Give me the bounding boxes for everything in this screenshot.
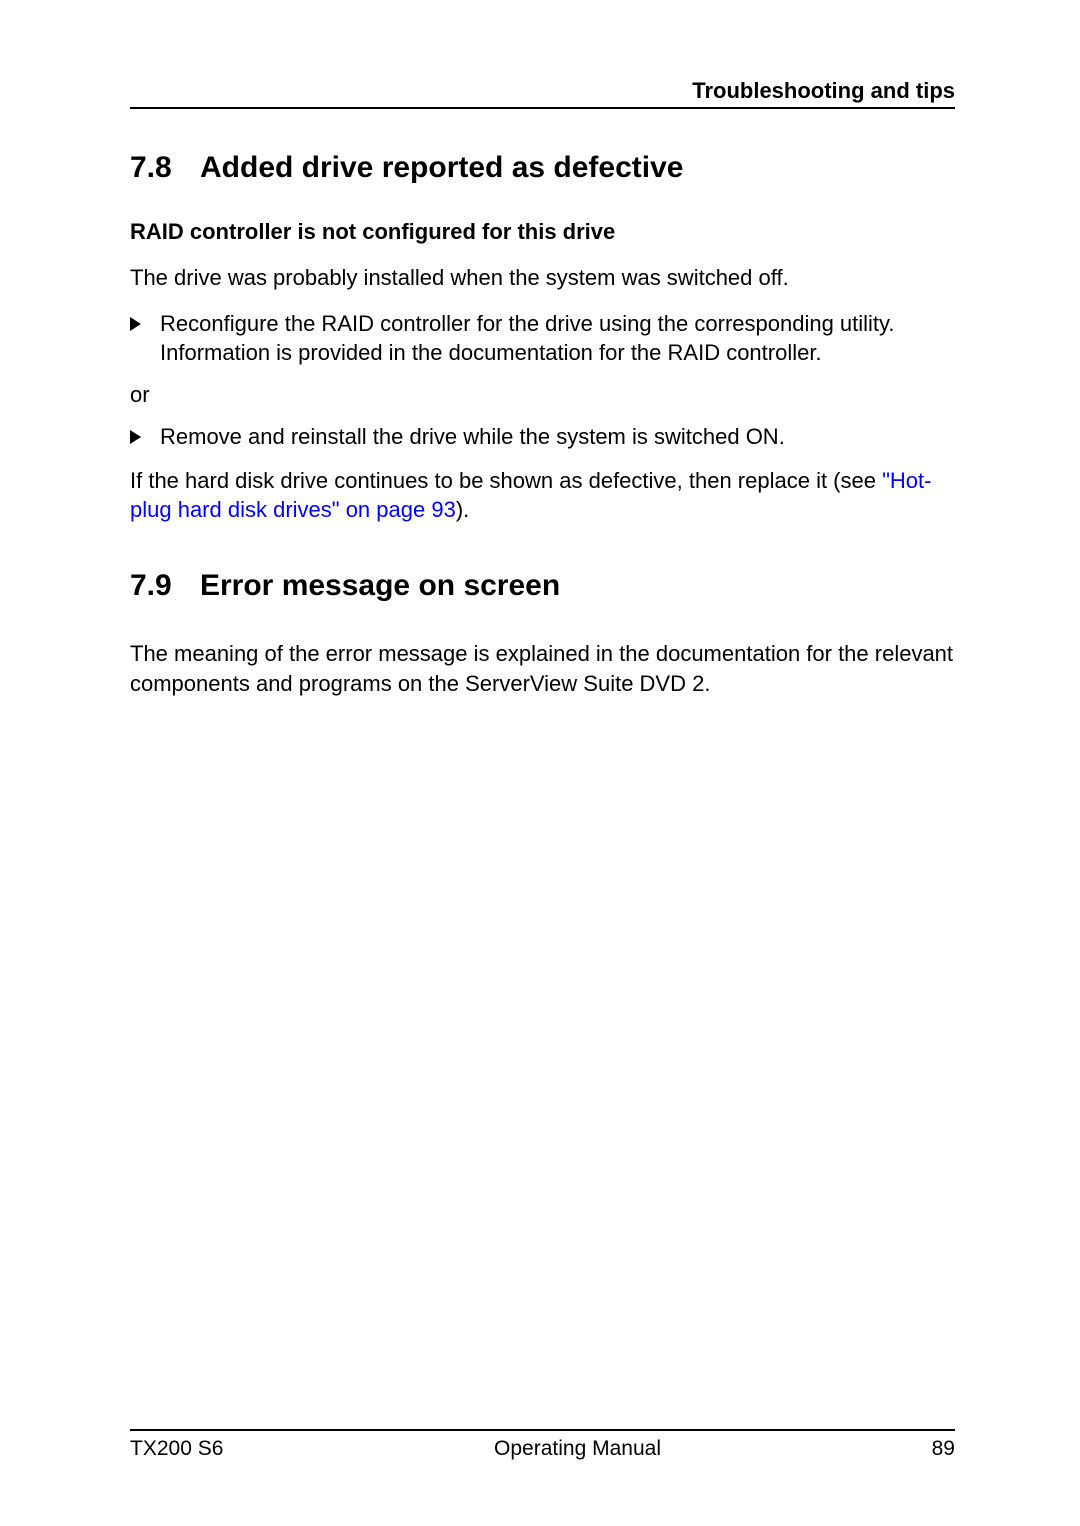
bullet-arrow-icon xyxy=(130,422,160,452)
closing-prefix: If the hard disk drive continues to be s… xyxy=(130,468,882,493)
section-title: Added drive reported as defective xyxy=(200,151,684,185)
section-heading-7-8: 7.8 Added drive reported as defective xyxy=(130,151,955,185)
bullet-arrow-icon xyxy=(130,309,160,368)
subheading-raid: RAID controller is not configured for th… xyxy=(130,219,955,245)
bullet-item: Remove and reinstall the drive while the… xyxy=(130,422,955,452)
section-79-body: The meaning of the error message is expl… xyxy=(130,639,955,698)
or-separator: or xyxy=(130,382,955,408)
footer-center: Operating Manual xyxy=(494,1437,661,1461)
section-number: 7.8 xyxy=(130,151,200,185)
page-content: 7.8 Added drive reported as defective RA… xyxy=(130,151,955,1429)
closing-suffix: ). xyxy=(456,497,469,522)
section-number: 7.9 xyxy=(130,569,200,603)
footer-page-number: 89 xyxy=(932,1437,955,1461)
closing-paragraph: If the hard disk drive continues to be s… xyxy=(130,466,955,525)
bullet-text: Remove and reinstall the drive while the… xyxy=(160,422,785,452)
page-header: Troubleshooting and tips xyxy=(130,78,955,109)
header-title: Troubleshooting and tips xyxy=(692,78,955,104)
bullet-item: Reconfigure the RAID controller for the … xyxy=(130,309,955,368)
page-footer: TX200 S6 Operating Manual 89 xyxy=(130,1429,955,1461)
bullet-text: Reconfigure the RAID controller for the … xyxy=(160,309,955,368)
section-heading-7-9: 7.9 Error message on screen xyxy=(130,569,955,603)
section-title: Error message on screen xyxy=(200,569,560,603)
footer-left: TX200 S6 xyxy=(130,1437,223,1461)
intro-text: The drive was probably installed when th… xyxy=(130,263,955,293)
